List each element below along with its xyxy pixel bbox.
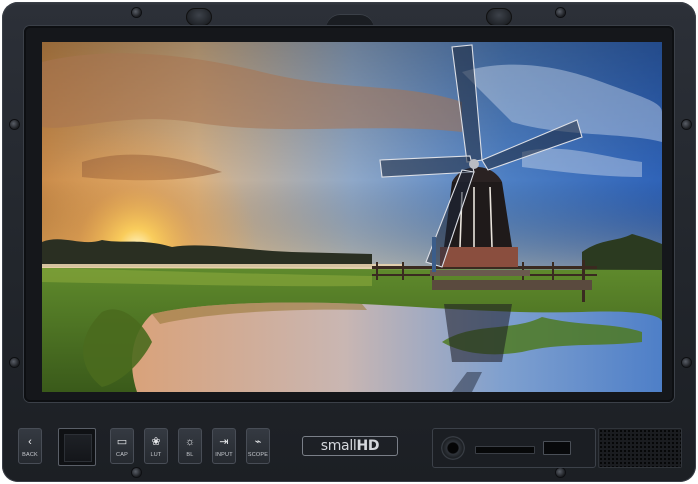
brightness-icon: ☼: [184, 436, 196, 448]
screw: [556, 8, 565, 17]
mount-point-right: [486, 8, 512, 26]
button-label: BL: [186, 452, 194, 458]
usb-port[interactable]: [543, 441, 571, 455]
joystick-control[interactable]: [58, 428, 96, 466]
button-label: BACK: [22, 452, 38, 458]
screw: [682, 120, 691, 129]
input-button[interactable]: ⇥ INPUT: [212, 428, 236, 464]
sd-card-slot[interactable]: [475, 446, 535, 454]
display-screen: [42, 42, 662, 392]
scope-button[interactable]: ⌁ SCOPE: [246, 428, 270, 464]
screw: [10, 358, 19, 367]
brand-prefix: small: [320, 438, 357, 454]
control-bar: ‹ BACK ▭ CAP ❀ LUT ☼ BL ⇥ INPUT ⌁ SCOPE …: [16, 420, 686, 472]
io-panel: [432, 428, 596, 468]
bl-button[interactable]: ☼ BL: [178, 428, 202, 464]
button-label: LUT: [150, 452, 162, 458]
landscape-image: [42, 42, 662, 392]
headphone-jack[interactable]: [441, 436, 465, 460]
button-label: CAP: [116, 452, 128, 458]
speaker-grille: [598, 428, 682, 468]
capture-icon: ▭: [116, 436, 128, 448]
mount-point-left: [186, 8, 212, 26]
screw: [132, 8, 141, 17]
waveform-icon: ⌁: [254, 436, 262, 448]
monitor-body: ‹ BACK ▭ CAP ❀ LUT ☼ BL ⇥ INPUT ⌁ SCOPE …: [2, 2, 696, 482]
screw: [10, 120, 19, 129]
button-label: SCOPE: [247, 452, 269, 458]
back-button[interactable]: ‹ BACK: [18, 428, 42, 464]
input-icon: ⇥: [219, 436, 229, 448]
screw: [682, 358, 691, 367]
lut-icon: ❀: [151, 436, 161, 448]
button-label: INPUT: [215, 452, 233, 458]
back-arrow-icon: ‹: [28, 436, 32, 448]
brand-suffix: HD: [356, 438, 380, 454]
cap-button[interactable]: ▭ CAP: [110, 428, 134, 464]
brand-logo: smallHD: [302, 436, 398, 456]
lut-button[interactable]: ❀ LUT: [144, 428, 168, 464]
